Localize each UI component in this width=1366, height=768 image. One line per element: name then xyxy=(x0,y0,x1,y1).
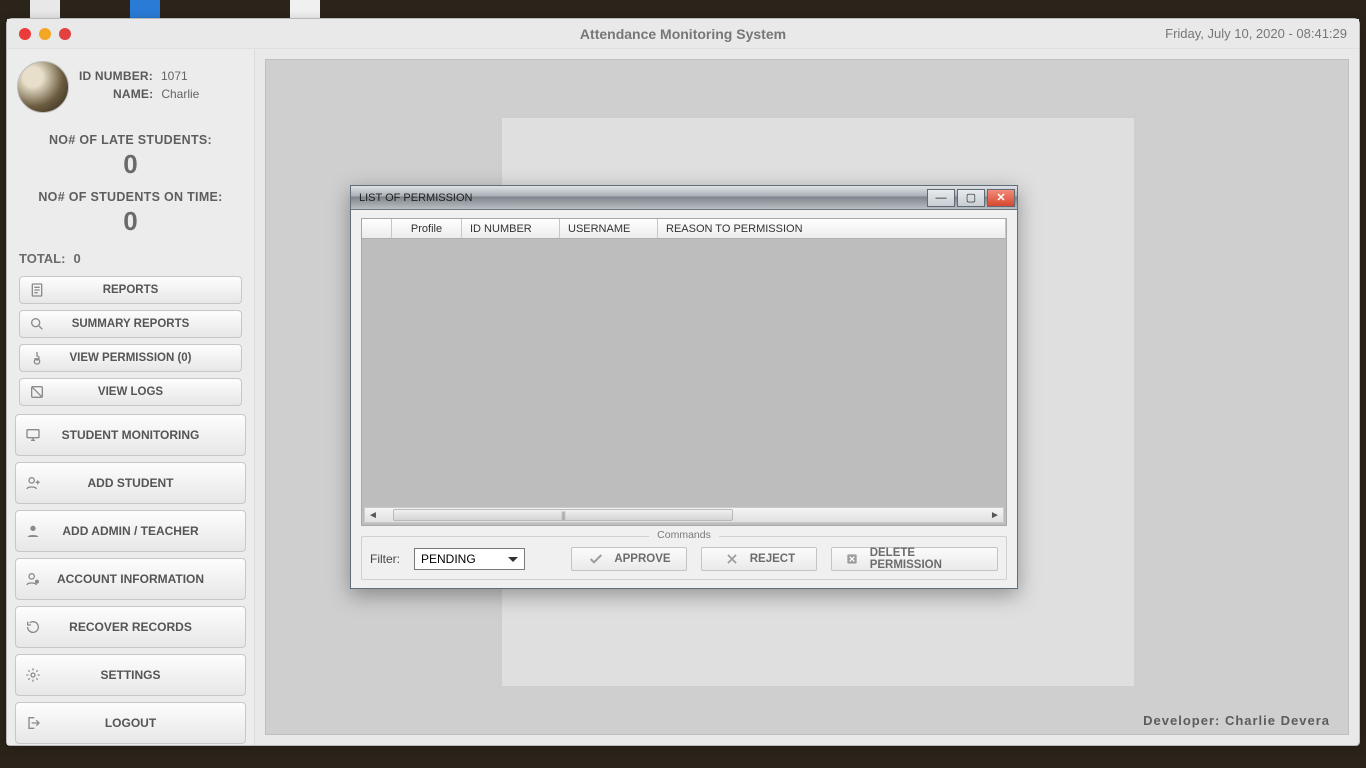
column-reason[interactable]: REASON TO PERMISSION xyxy=(658,219,1006,238)
add-student-button[interactable]: ADD STUDENT xyxy=(15,462,246,504)
summary-reports-button[interactable]: SUMMARY REPORTS xyxy=(19,310,242,338)
name-label: NAME: xyxy=(113,87,153,101)
profile-block: ID NUMBER: 1071 NAME: Charlie xyxy=(13,55,248,123)
late-value: 0 xyxy=(13,149,248,180)
grid-horizontal-scrollbar[interactable]: ◄ ► xyxy=(364,507,1004,523)
add-admin-button[interactable]: ADD ADMIN / TEACHER xyxy=(15,510,246,552)
developer-credit: Developer: Charlie Devera xyxy=(1143,713,1330,728)
ontime-value: 0 xyxy=(13,206,248,237)
report-icon xyxy=(20,282,54,298)
column-selector[interactable] xyxy=(362,219,392,238)
dialog-minimize-button[interactable]: — xyxy=(927,189,955,207)
search-report-icon xyxy=(20,316,54,332)
commands-group: Commands Filter: PENDING APPROVE REJECT xyxy=(361,536,1007,580)
filter-label: Filter: xyxy=(370,552,400,566)
scroll-track[interactable] xyxy=(381,508,987,522)
scroll-left-icon[interactable]: ◄ xyxy=(365,510,381,521)
delete-permission-button[interactable]: DELETE PERMISSION xyxy=(831,547,998,571)
logout-button[interactable]: LOGOUT xyxy=(15,702,246,744)
commands-legend: Commands xyxy=(649,529,719,541)
name-value: Charlie xyxy=(161,87,199,101)
total-value: 0 xyxy=(73,251,80,266)
id-number-value: 1071 xyxy=(161,69,188,83)
approve-button[interactable]: APPROVE xyxy=(571,547,687,571)
reject-button[interactable]: REJECT xyxy=(701,547,817,571)
delete-icon xyxy=(844,551,859,567)
scroll-thumb[interactable] xyxy=(393,509,733,521)
app-title: Attendance Monitoring System xyxy=(7,26,1359,42)
student-monitoring-button[interactable]: STUDENT MONITORING xyxy=(15,414,246,456)
avatar xyxy=(17,61,69,113)
column-profile[interactable]: Profile xyxy=(392,219,462,238)
total-stat: TOTAL: 0 xyxy=(13,247,248,276)
account-info-icon xyxy=(16,571,50,587)
admin-icon xyxy=(16,523,50,539)
column-id-number[interactable]: ID NUMBER xyxy=(462,219,560,238)
recover-records-button[interactable]: RECOVER RECORDS xyxy=(15,606,246,648)
view-logs-button[interactable]: VIEW LOGS xyxy=(19,378,242,406)
gear-icon xyxy=(16,667,50,683)
filter-select[interactable]: PENDING xyxy=(414,548,525,570)
dialog-titlebar[interactable]: LIST OF PERMISSION — ▢ ✕ xyxy=(351,186,1017,210)
titlebar: Attendance Monitoring System Friday, Jul… xyxy=(7,19,1359,49)
settings-button[interactable]: SETTINGS xyxy=(15,654,246,696)
monitor-icon xyxy=(16,427,50,443)
dialog-close-button[interactable]: ✕ xyxy=(987,189,1015,207)
grid-header: Profile ID NUMBER USERNAME REASON TO PER… xyxy=(362,219,1006,239)
column-username[interactable]: USERNAME xyxy=(560,219,658,238)
ontime-label: NO# OF STUDENTS ON TIME: xyxy=(13,190,248,204)
chevron-down-icon xyxy=(506,552,520,566)
view-permission-button[interactable]: VIEW PERMISSION (0) xyxy=(19,344,242,372)
total-label: TOTAL: xyxy=(19,251,65,266)
logout-icon xyxy=(16,715,50,731)
permission-grid[interactable]: Profile ID NUMBER USERNAME REASON TO PER… xyxy=(361,218,1007,526)
add-user-icon xyxy=(16,475,50,491)
scroll-right-icon[interactable]: ► xyxy=(987,510,1003,521)
late-label: NO# OF LATE STUDENTS: xyxy=(13,133,248,147)
sidebar: ID NUMBER: 1071 NAME: Charlie NO# OF LAT… xyxy=(7,49,255,745)
dialog-title: LIST OF PERMISSION xyxy=(359,192,927,204)
late-students-stat: NO# OF LATE STUDENTS: 0 xyxy=(13,133,248,180)
check-icon xyxy=(588,551,604,567)
filter-value: PENDING xyxy=(421,552,476,566)
dialog-maximize-button[interactable]: ▢ xyxy=(957,189,985,207)
reject-icon xyxy=(724,551,740,567)
permission-icon xyxy=(20,350,54,366)
ontime-students-stat: NO# OF STUDENTS ON TIME: 0 xyxy=(13,190,248,237)
recover-icon xyxy=(16,619,50,635)
id-number-label: ID NUMBER: xyxy=(79,69,153,83)
permission-dialog: LIST OF PERMISSION — ▢ ✕ Profile ID NUMB… xyxy=(350,185,1018,589)
account-info-button[interactable]: ACCOUNT INFORMATION xyxy=(15,558,246,600)
reports-button[interactable]: REPORTS xyxy=(19,276,242,304)
logs-icon xyxy=(20,384,54,400)
